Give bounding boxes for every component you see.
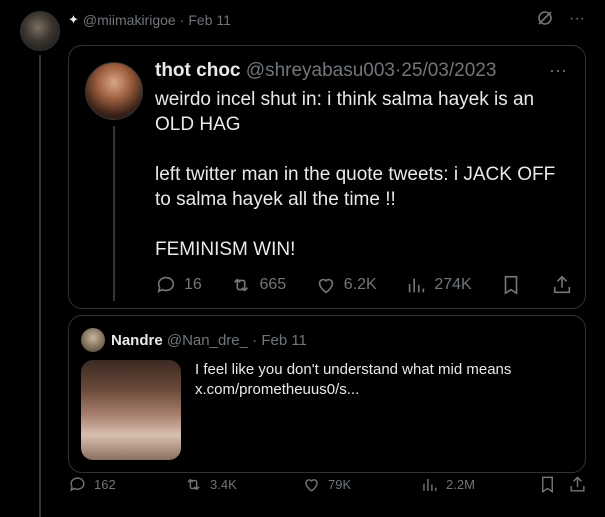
- repost-icon: [187, 478, 200, 490]
- repost-button[interactable]: 665: [230, 274, 286, 296]
- bookmark-icon: [505, 275, 518, 295]
- quoted-author-handle[interactable]: @Nan_dre_: [167, 332, 248, 349]
- share-button[interactable]: [568, 475, 587, 494]
- avatar[interactable]: [20, 11, 60, 51]
- separator-dot: ·: [179, 12, 185, 28]
- reply-count: 16: [184, 276, 202, 293]
- quoted-date[interactable]: Feb 11: [261, 332, 307, 349]
- quoted-post-nested[interactable]: Nandre @Nan_dre_ · Feb 11 I feel like yo…: [68, 315, 586, 473]
- views-button[interactable]: 274K: [405, 274, 472, 296]
- quoted-actions: 16 665 6.2K 274K: [155, 274, 573, 296]
- quoted-paragraph: FEMINISM WIN!: [155, 239, 296, 260]
- media-thumbnail[interactable]: [81, 360, 181, 460]
- repost-icon: [234, 278, 249, 292]
- views-count: 274K: [434, 276, 472, 293]
- views-icon: [423, 478, 437, 491]
- bookmark-button[interactable]: [538, 475, 557, 494]
- quoted-avatar[interactable]: [85, 62, 143, 120]
- bookmark-icon: [542, 476, 553, 493]
- like-count: 6.2K: [343, 276, 377, 293]
- more-icon[interactable]: ···: [569, 10, 585, 31]
- share-icon: [553, 275, 571, 294]
- quoted-post[interactable]: thot choc @shreyabasu003·25/03/2023 ··· …: [68, 45, 586, 309]
- quoted-paragraph: left twitter man in the quote tweets: i …: [155, 164, 556, 210]
- repost-count: 3.4K: [210, 476, 237, 492]
- reply-button[interactable]: 16: [155, 274, 202, 296]
- grok-icon[interactable]: [537, 10, 553, 31]
- post-header: ✦ @miimakirigoe · Feb 11: [68, 12, 231, 28]
- like-count: 79K: [328, 476, 352, 492]
- like-button[interactable]: 79K: [302, 475, 351, 494]
- author-handle[interactable]: @miimakirigoe: [83, 12, 176, 28]
- sparkle-icon: ✦: [68, 12, 79, 27]
- thread-line: [39, 55, 41, 517]
- quoted-text: weirdo incel shut in: i think salma haye…: [155, 87, 575, 287]
- quoted-link[interactable]: x.com/prometheuus0/s...: [195, 380, 511, 400]
- quoted-text-line: I feel like you don't understand what mi…: [195, 361, 512, 378]
- quoted-text: I feel like you don't understand what mi…: [195, 360, 511, 400]
- like-button[interactable]: 6.2K: [315, 274, 377, 296]
- reply-icon: [70, 476, 85, 491]
- bookmark-button[interactable]: [500, 274, 522, 296]
- quoted-header: Nandre @Nan_dre_ · Feb 11: [111, 332, 307, 349]
- reply-button[interactable]: 162: [68, 475, 116, 494]
- quoted-paragraph: weirdo incel shut in: i think salma haye…: [155, 89, 535, 135]
- views-icon: [409, 278, 425, 293]
- views-count: 2.2M: [446, 476, 475, 492]
- reply-icon: [157, 276, 175, 293]
- quoted-header: thot choc @shreyabasu003·25/03/2023: [155, 60, 496, 82]
- repost-count: 665: [259, 276, 287, 293]
- views-button[interactable]: 2.2M: [420, 475, 475, 494]
- thread-line: [113, 126, 115, 301]
- quoted-author-name[interactable]: Nandre: [111, 332, 163, 349]
- quoted-avatar[interactable]: [81, 328, 105, 352]
- quoted-author-handle[interactable]: @shreyabasu003: [246, 60, 395, 81]
- top-icons: ···: [537, 10, 585, 31]
- repost-button[interactable]: 3.4K: [184, 475, 237, 494]
- post-date[interactable]: Feb 11: [188, 12, 231, 28]
- heart-icon: [305, 478, 318, 492]
- reply-count: 162: [94, 476, 116, 492]
- separator-dot: ·: [252, 332, 258, 349]
- share-icon: [570, 475, 585, 492]
- heart-icon: [318, 278, 334, 294]
- quoted-date[interactable]: 25/03/2023: [401, 60, 496, 81]
- share-button[interactable]: [551, 274, 573, 296]
- more-icon[interactable]: ···: [549, 60, 567, 81]
- quoted-author-name[interactable]: thot choc: [155, 60, 241, 81]
